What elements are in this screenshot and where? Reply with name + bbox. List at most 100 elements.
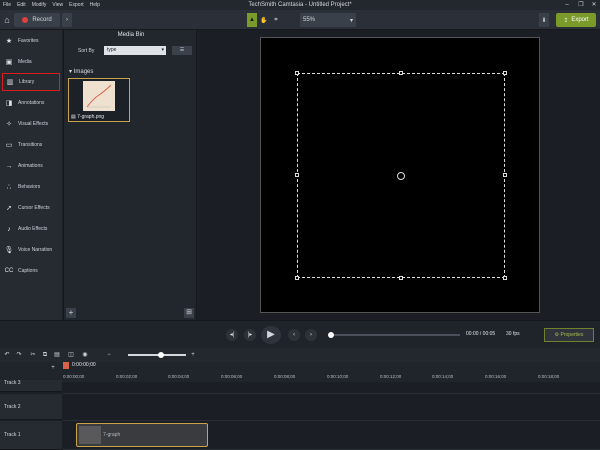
timeline-ruler[interactable]: + 0:00:00;00 0:00:00;00 0:00:02;00 0:00:…: [0, 362, 600, 382]
media-item-label: ▤ 7-graph.png: [71, 114, 104, 120]
media-item-name: 7-graph.png: [77, 114, 105, 120]
play-button[interactable]: ▶: [261, 326, 281, 344]
visual-effects-icon: ✧: [6, 121, 12, 128]
rotate-handle[interactable]: [397, 172, 405, 180]
sidebar-item-library[interactable]: ▥ Library: [2, 73, 60, 91]
timeline-zoom-slider[interactable]: [128, 352, 186, 358]
select-tool-icon[interactable]: ▲: [247, 13, 257, 27]
zoom-slider-knob[interactable]: [158, 352, 164, 358]
add-track-icon[interactable]: +: [48, 363, 58, 373]
sidebar-item-visual-effects[interactable]: ✧ Visual Effects: [2, 115, 60, 133]
crop-tool-icon[interactable]: ⌗: [271, 13, 281, 27]
playhead-icon[interactable]: [63, 362, 69, 369]
download-icon[interactable]: ⬇: [539, 13, 549, 27]
resize-handle[interactable]: [503, 276, 507, 280]
properties-button[interactable]: ⚙ Properties: [544, 328, 594, 342]
zoom-in-icon[interactable]: +: [188, 350, 198, 360]
fps-readout: 30 fps: [506, 331, 520, 337]
step-back-icon[interactable]: ◂|: [226, 329, 238, 341]
redo-icon[interactable]: ↷: [14, 350, 24, 360]
track-label: Track 3: [4, 380, 21, 386]
sidebar-item-audio-effects[interactable]: ♪ Audio Effects: [2, 220, 60, 238]
copy-icon[interactable]: ⧉: [40, 350, 50, 360]
animations-icon: →: [5, 162, 13, 170]
captions-icon: CC: [4, 268, 14, 274]
chevron-down-icon: ▾: [69, 69, 73, 75]
record-button[interactable]: Record: [14, 13, 60, 27]
pan-tool-icon[interactable]: ✋: [259, 13, 269, 27]
resize-handle[interactable]: [399, 276, 403, 280]
track-header-1[interactable]: Track 1: [0, 421, 62, 450]
clip-thumbnail: [79, 426, 101, 444]
sidebar-item-cursor-effects[interactable]: ➚ Cursor Effects: [2, 199, 60, 217]
grid-view-icon[interactable]: ⊞: [184, 308, 194, 318]
selection-box[interactable]: [295, 71, 507, 280]
zoom-value: 55%: [303, 17, 316, 23]
microphone-icon: 🎙: [4, 247, 14, 254]
sidebar-item-animations[interactable]: → Animations: [2, 157, 60, 175]
step-forward-icon[interactable]: |▸: [244, 329, 256, 341]
add-media-button[interactable]: +: [66, 308, 76, 318]
playback-scrubber[interactable]: [328, 332, 460, 338]
next-icon[interactable]: ›: [305, 329, 317, 341]
sort-by-select[interactable]: type ▾: [104, 46, 166, 55]
cursor-icon: ➚: [6, 205, 12, 212]
zoom-select[interactable]: 55% ▾: [300, 13, 356, 27]
sidebar-item-voice-narration[interactable]: 🎙 Voice Narration: [2, 241, 60, 259]
ruler-tick: 0:00:12;00: [380, 374, 402, 379]
ruler-tick: 0:00:02;00: [116, 374, 138, 379]
sidebar-item-annotations[interactable]: ◨ Annotations: [2, 94, 60, 112]
resize-handle[interactable]: [503, 173, 507, 177]
maximize-icon[interactable]: ❐: [574, 0, 588, 10]
sidebar-item-captions[interactable]: CC Captions: [2, 262, 60, 280]
sidebar-item-media[interactable]: ▣ Media: [2, 53, 60, 71]
media-clip[interactable]: 7-graph: [76, 423, 208, 447]
view-toggle-button[interactable]: ☰: [172, 46, 192, 55]
preview-canvas[interactable]: [260, 37, 540, 313]
close-icon[interactable]: ✕: [587, 0, 600, 10]
track-header-3[interactable]: Track 3: [0, 380, 62, 392]
track-header-2[interactable]: Track 2: [0, 394, 62, 420]
expand-arrow-icon[interactable]: ›: [62, 13, 72, 27]
undo-icon[interactable]: ↶: [2, 350, 12, 360]
images-group-header[interactable]: ▾ Images: [69, 68, 93, 75]
library-icon: ▥: [6, 79, 14, 86]
ruler-tick: 0:00:04;00: [168, 374, 190, 379]
snapshot-icon[interactable]: ◉: [80, 350, 90, 360]
sidebar-item-label: Cursor Effects: [18, 205, 50, 211]
track-row-3[interactable]: [63, 380, 600, 394]
sidebar-item-label: Library: [19, 79, 35, 85]
paste-icon[interactable]: ▤: [52, 350, 62, 360]
ruler-tick: 0:00:00;00: [63, 374, 85, 379]
resize-handle[interactable]: [295, 276, 299, 280]
sidebar-item-label: Captions: [18, 268, 38, 274]
resize-handle[interactable]: [295, 71, 299, 75]
export-button[interactable]: ⇪ Export: [556, 13, 596, 27]
sidebar-item-favorites[interactable]: ★ Favorites: [2, 32, 60, 50]
toolbar: ⌂ Record › ▲ ✋ ⌗ 55% ▾ ⬇ ⇪ Export: [0, 10, 600, 30]
ruler-tick: 0:00:08;00: [274, 374, 296, 379]
minimize-icon[interactable]: –: [560, 0, 574, 10]
image-file-icon: ▤: [71, 114, 76, 120]
track-row-2[interactable]: [63, 394, 600, 421]
sort-value: type: [107, 47, 117, 53]
resize-handle[interactable]: [503, 71, 507, 75]
media-item-thumbnail[interactable]: ▤ 7-graph.png: [68, 78, 130, 122]
resize-handle[interactable]: [295, 173, 299, 177]
scrubber-knob[interactable]: [328, 332, 334, 338]
previous-icon[interactable]: ‹: [288, 329, 300, 341]
split-icon[interactable]: ◫: [66, 350, 76, 360]
behaviors-icon: ∴: [6, 184, 12, 191]
record-dot-icon: [22, 17, 29, 23]
home-icon[interactable]: ⌂: [2, 13, 12, 27]
transitions-icon: ▭: [5, 142, 13, 149]
time-readout: 00:00 / 00:05: [466, 331, 496, 337]
cut-icon[interactable]: ✂: [28, 350, 38, 360]
sidebar-item-transitions[interactable]: ▭ Transitions: [2, 136, 60, 154]
resize-handle[interactable]: [399, 71, 403, 75]
ruler-tick: 0:00:18;00: [538, 374, 560, 379]
ruler-tick: 0:00:14;00: [432, 374, 454, 379]
zoom-out-icon[interactable]: −: [104, 350, 114, 360]
sidebar-item-label: Visual Effects: [18, 121, 49, 127]
sidebar-item-behaviors[interactable]: ∴ Behaviors: [2, 178, 60, 196]
